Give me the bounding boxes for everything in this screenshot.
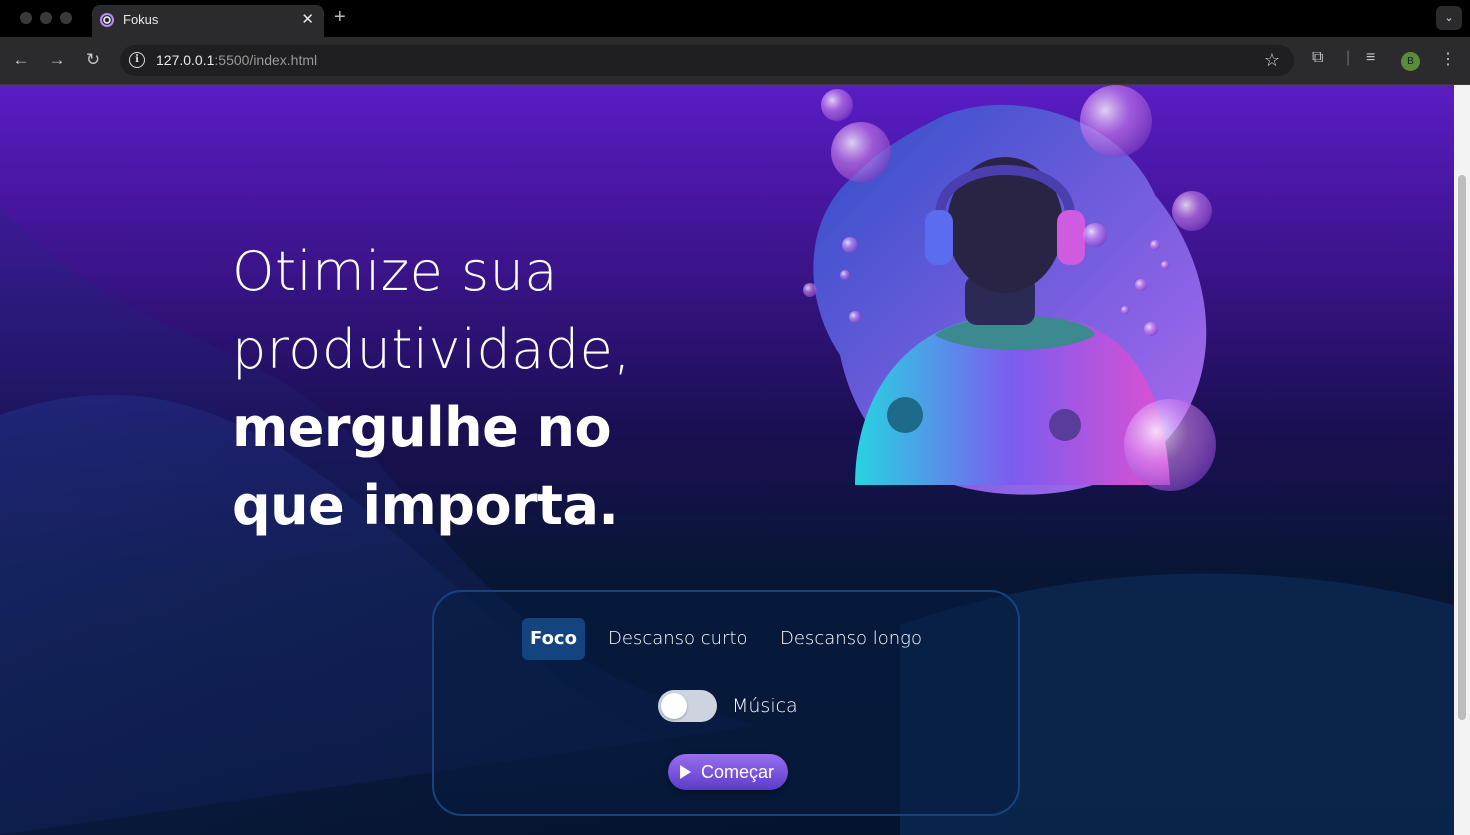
back-icon[interactable]: ← <box>10 50 32 70</box>
tab-close-icon[interactable]: ✕ <box>301 10 314 28</box>
headline-line-2: produtividade, <box>232 318 632 381</box>
headline-line-1: Otimize sua <box>232 240 558 303</box>
hero-image <box>803 85 1216 495</box>
scrollbar-thumb[interactable] <box>1458 175 1466 720</box>
browser-toolbar: ← → ↻ i 127.0.0.1:5500/index.html ☆ ⧉ | … <box>0 37 1470 85</box>
window-zoom-dot[interactable] <box>60 12 72 24</box>
bookmark-star-icon[interactable]: ☆ <box>1264 50 1280 71</box>
tab-list-icon[interactable]: ⌄ <box>1436 6 1462 30</box>
profile-avatar[interactable]: B <box>1401 52 1420 71</box>
window-close-dot[interactable] <box>20 12 32 24</box>
music-toggle-knob <box>661 693 687 719</box>
media-queue-icon[interactable]: ≡ <box>1366 49 1375 67</box>
extensions-icon[interactable]: ⧉ <box>1312 49 1323 67</box>
toolbar-divider: | <box>1346 49 1351 66</box>
forward-icon[interactable]: → <box>46 50 68 70</box>
reload-icon[interactable]: ↻ <box>82 50 104 70</box>
address-bar[interactable]: i 127.0.0.1:5500/index.html ☆ <box>120 45 1294 76</box>
more-menu-icon[interactable]: ⋮ <box>1440 49 1456 69</box>
mode-button-long-break[interactable]: Descanso longo <box>772 618 930 660</box>
window-minimize-dot[interactable] <box>40 12 52 24</box>
info-icon[interactable]: i <box>129 52 145 68</box>
page-viewport: Otimize sua produtividade, mergulhe no q… <box>0 85 1454 835</box>
tab-strip: Fokus ✕ + ⌄ <box>0 0 1470 37</box>
start-button[interactable]: Começar <box>668 754 788 790</box>
headline-line-3: mergulhe no <box>232 396 612 459</box>
headline-line-4: que importa. <box>232 474 619 537</box>
url-text[interactable]: 127.0.0.1:5500/index.html <box>156 52 317 68</box>
fokus-favicon-icon <box>100 13 114 27</box>
play-icon <box>680 765 691 779</box>
mode-button-focus[interactable]: Foco <box>522 618 585 660</box>
timer-card: Foco Descanso curto Descanso longo Músic… <box>432 590 1020 816</box>
music-toggle[interactable] <box>658 690 717 722</box>
hero-headline: Otimize sua produtividade, mergulhe no q… <box>232 233 792 545</box>
new-tab-icon[interactable]: + <box>334 6 346 29</box>
music-toggle-label: Música <box>732 695 798 717</box>
browser-tab[interactable]: Fokus ✕ <box>92 5 324 37</box>
start-button-label: Começar <box>701 762 775 782</box>
tab-title: Fokus <box>123 12 159 27</box>
mode-button-short-break[interactable]: Descanso curto <box>600 618 756 660</box>
